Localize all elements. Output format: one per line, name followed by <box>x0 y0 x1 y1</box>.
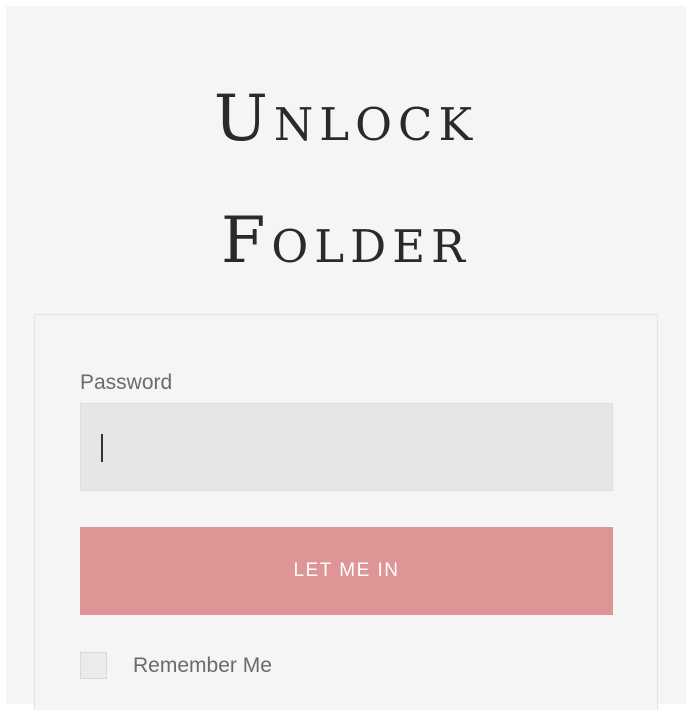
title-line-2: Folder <box>221 204 471 278</box>
unlock-panel: Unlock Folder Password LET ME IN Remembe… <box>6 6 686 710</box>
page-title: Unlock Folder <box>6 58 686 302</box>
remember-me-label[interactable]: Remember Me <box>133 654 272 678</box>
password-label: Password <box>80 371 173 394</box>
remember-me-row[interactable]: Remember Me <box>80 652 272 679</box>
password-input[interactable] <box>81 404 616 492</box>
unlock-form-card: Password LET ME IN Remember Me <box>34 314 658 710</box>
password-field[interactable] <box>80 403 616 492</box>
remember-me-checkbox[interactable] <box>80 652 107 679</box>
let-me-in-button[interactable]: LET ME IN <box>80 527 613 615</box>
title-line-1: Unlock <box>213 82 479 156</box>
page: Unlock Folder Password LET ME IN Remembe… <box>0 0 686 710</box>
text-caret <box>101 434 103 462</box>
